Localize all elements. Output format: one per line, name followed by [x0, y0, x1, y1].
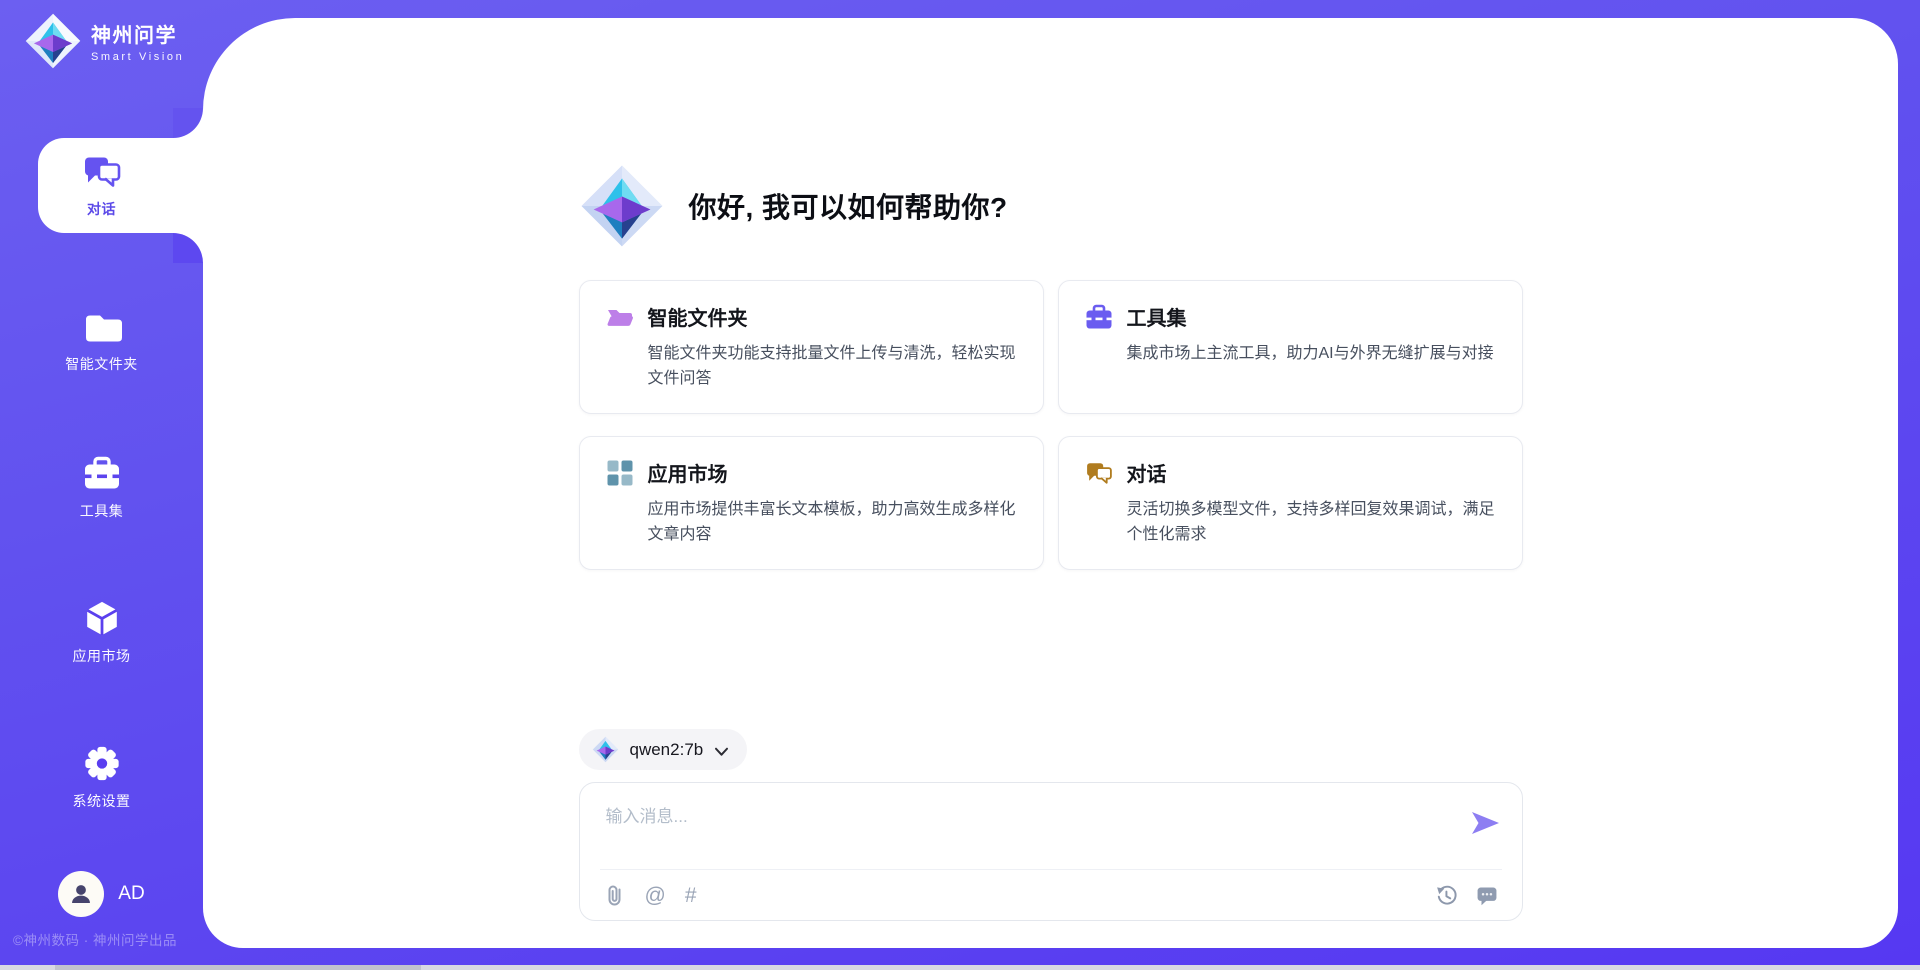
- greeting-title: 你好, 我可以如何帮助你?: [689, 186, 1008, 226]
- card-description: 灵活切换多模型文件，支持多样回复效果调试，满足个性化需求: [1127, 497, 1496, 547]
- user-initials: AD: [118, 883, 144, 905]
- grid-icon: [606, 460, 634, 486]
- send-icon: [1469, 808, 1501, 838]
- hash-icon[interactable]: #: [685, 885, 697, 906]
- toolbox-icon: [1085, 304, 1113, 330]
- card-title: 工具集: [1127, 302, 1187, 331]
- model-diamond-icon: [592, 736, 619, 763]
- sidebar-item-toolbox[interactable]: 工具集: [0, 440, 203, 535]
- greeting-section: 你好, 我可以如何帮助你?: [579, 163, 1523, 249]
- model-selector[interactable]: qwen2:7b: [579, 729, 748, 770]
- chat-icon: [82, 153, 122, 190]
- sidebar-item-app-market[interactable]: 应用市场: [0, 585, 203, 680]
- brand-title: 神州问学: [91, 19, 184, 48]
- sidebar-item-label: 对话: [87, 199, 116, 219]
- message-composer: @ #: [579, 782, 1523, 921]
- toolbox-icon: [82, 455, 122, 492]
- cube-icon: [82, 600, 122, 637]
- user-account[interactable]: AD: [0, 871, 203, 917]
- card-title: 对话: [1127, 458, 1167, 487]
- brand-diamond-icon: [24, 12, 82, 70]
- card-title: 智能文件夹: [648, 302, 748, 331]
- at-icon[interactable]: @: [645, 885, 666, 906]
- tab-curve-top: [173, 108, 203, 138]
- folder-open-icon: [606, 304, 634, 330]
- model-name: qwen2:7b: [630, 740, 704, 760]
- card-description: 应用市场提供丰富长文本模板，助力高效生成多样化文章内容: [648, 497, 1017, 547]
- composer-left-tools: @ #: [604, 883, 697, 907]
- paperclip-icon[interactable]: [604, 883, 626, 907]
- chat-icon: [1085, 460, 1113, 486]
- card-smart-folders[interactable]: 智能文件夹 智能文件夹功能支持批量文件上传与清洗，轻松实现文件问答: [579, 280, 1044, 414]
- main-content-panel: 你好, 我可以如何帮助你? 智能文件夹 智能文件夹功能支持批量文件上传与清洗，轻…: [203, 18, 1898, 948]
- chevron-down-icon: [714, 746, 729, 757]
- card-title: 应用市场: [648, 458, 728, 487]
- brand-subtitle: Smart Vision: [91, 51, 184, 63]
- message-input[interactable]: [604, 800, 1428, 862]
- card-chat[interactable]: 对话 灵活切换多模型文件，支持多样回复效果调试，满足个性化需求: [1058, 436, 1523, 570]
- card-toolbox[interactable]: 工具集 集成市场上主流工具，助力AI与外界无缝扩展与对接: [1058, 280, 1523, 414]
- sidebar-item-label: 系统设置: [73, 791, 131, 811]
- send-button[interactable]: [1469, 808, 1501, 838]
- sidebar-item-label: 智能文件夹: [65, 354, 138, 374]
- sidebar-item-label: 工具集: [80, 501, 124, 521]
- card-description: 智能文件夹功能支持批量文件上传与清洗，轻松实现文件问答: [648, 341, 1017, 391]
- sidebar-item-settings[interactable]: 系统设置: [0, 730, 203, 825]
- composer-toolbar: @ #: [604, 877, 1498, 913]
- tab-curve-bottom: [173, 233, 203, 263]
- app-logo: 神州问学 Smart Vision: [24, 12, 184, 70]
- folder-icon: [82, 308, 122, 345]
- card-app-market[interactable]: 应用市场 应用市场提供丰富长文本模板，助力高效生成多样化文章内容: [579, 436, 1044, 570]
- gear-icon: [82, 745, 122, 782]
- feedback-bubble-icon[interactable]: [1476, 883, 1498, 907]
- avatar: [58, 871, 104, 917]
- content-column: 你好, 我可以如何帮助你? 智能文件夹 智能文件夹功能支持批量文件上传与清洗，轻…: [579, 18, 1523, 921]
- history-icon[interactable]: [1435, 883, 1457, 907]
- card-description: 集成市场上主流工具，助力AI与外界无缝扩展与对接: [1127, 341, 1496, 366]
- sidebar-item-label: 应用市场: [73, 646, 131, 666]
- brand-text: 神州问学 Smart Vision: [91, 19, 184, 63]
- person-avatar-icon: [68, 881, 94, 907]
- feature-cards: 智能文件夹 智能文件夹功能支持批量文件上传与清洗，轻松实现文件问答 工具集 集成…: [579, 280, 1523, 570]
- copyright-text: ©神州数码 · 神州问学出品: [13, 929, 177, 949]
- app-window: { "app": { "logo_title": "神州问学", "logo_s…: [0, 0, 1920, 970]
- greeting-diamond-icon: [579, 163, 665, 249]
- composer-right-tools: [1435, 883, 1498, 907]
- sidebar-item-smart-folders[interactable]: 智能文件夹: [0, 293, 203, 388]
- composer-divider: [600, 869, 1502, 870]
- sidebar-item-chat[interactable]: 对话: [0, 138, 203, 233]
- bottom-edge-strip: [0, 965, 1920, 970]
